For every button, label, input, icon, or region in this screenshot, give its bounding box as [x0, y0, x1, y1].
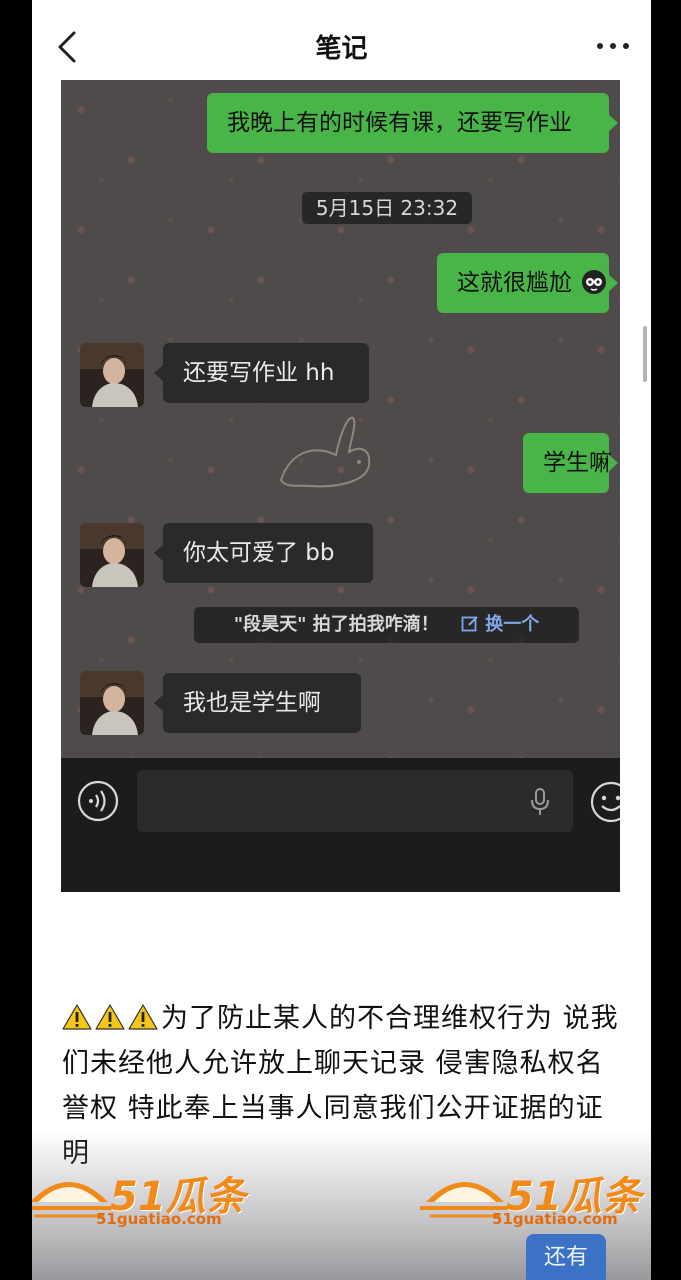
- chat-screenshot: 我晚上有的时候有课，还要写作业 5月15日 23:32 这就很尴尬 还要写作业 …: [61, 80, 620, 892]
- message-them[interactable]: 你太可爱了 bb: [154, 523, 373, 583]
- message-text: 你太可爱了 bb: [183, 540, 335, 566]
- voice-mode-icon[interactable]: [77, 780, 119, 822]
- awkward-emoji-icon: [582, 270, 607, 294]
- pat-notice: "段昊天" 拍了拍我咋滴！ 换一个: [194, 607, 579, 643]
- rabbit-wallpaper-icon: [279, 416, 371, 488]
- microphone-icon[interactable]: [529, 788, 551, 816]
- message-input[interactable]: [137, 770, 573, 832]
- warning-icon: [95, 1003, 125, 1031]
- watermark: 51瓜条 51guatiao.com: [420, 1168, 651, 1228]
- scrollbar[interactable]: [643, 326, 647, 382]
- warning-icon: [62, 1003, 92, 1031]
- pat-text: "段昊天" 拍了拍我咋滴！: [233, 614, 439, 635]
- message-me[interactable]: 学生嘛: [523, 433, 618, 493]
- more-options-icon[interactable]: [597, 36, 631, 56]
- change-pat-label: 换一个: [485, 614, 540, 635]
- avatar[interactable]: [80, 523, 144, 587]
- message-them[interactable]: 我也是学生啊: [154, 673, 361, 733]
- message-text: 我也是学生啊: [183, 690, 321, 716]
- chat-input-bar: [61, 758, 620, 892]
- watermark: 51瓜条 51guatiao.com: [32, 1168, 264, 1228]
- message-me[interactable]: 我晚上有的时候有课，还要写作业: [207, 93, 618, 153]
- warning-icon: [128, 1003, 158, 1031]
- change-pat-link[interactable]: 换一个: [461, 614, 539, 635]
- timestamp: 5月15日 23:32: [302, 192, 472, 224]
- message-text: 这就很尴尬: [457, 270, 572, 296]
- message-text: 还要写作业 hh: [183, 360, 335, 386]
- avatar[interactable]: [80, 671, 144, 735]
- more-button[interactable]: 还有: [526, 1234, 606, 1280]
- message-me[interactable]: 这就很尴尬: [437, 253, 618, 313]
- avatar[interactable]: [80, 343, 144, 407]
- message-them[interactable]: 还要写作业 hh: [154, 343, 369, 403]
- page-title: 笔记: [315, 34, 368, 64]
- watermark-site: 51guatiao.com: [96, 1210, 222, 1228]
- message-text: 我晚上有的时候有课，还要写作业: [227, 110, 572, 136]
- message-text: 学生嘛: [543, 450, 612, 476]
- note-page: 笔记 我晚上有的时候有课，还要写作业 5月15日 23:32 这就很尴尬 还要写…: [32, 0, 651, 1280]
- header: 笔记: [32, 0, 651, 80]
- watermark-site: 51guatiao.com: [492, 1210, 618, 1228]
- emoji-icon[interactable]: [589, 780, 620, 824]
- edit-icon: [461, 616, 478, 632]
